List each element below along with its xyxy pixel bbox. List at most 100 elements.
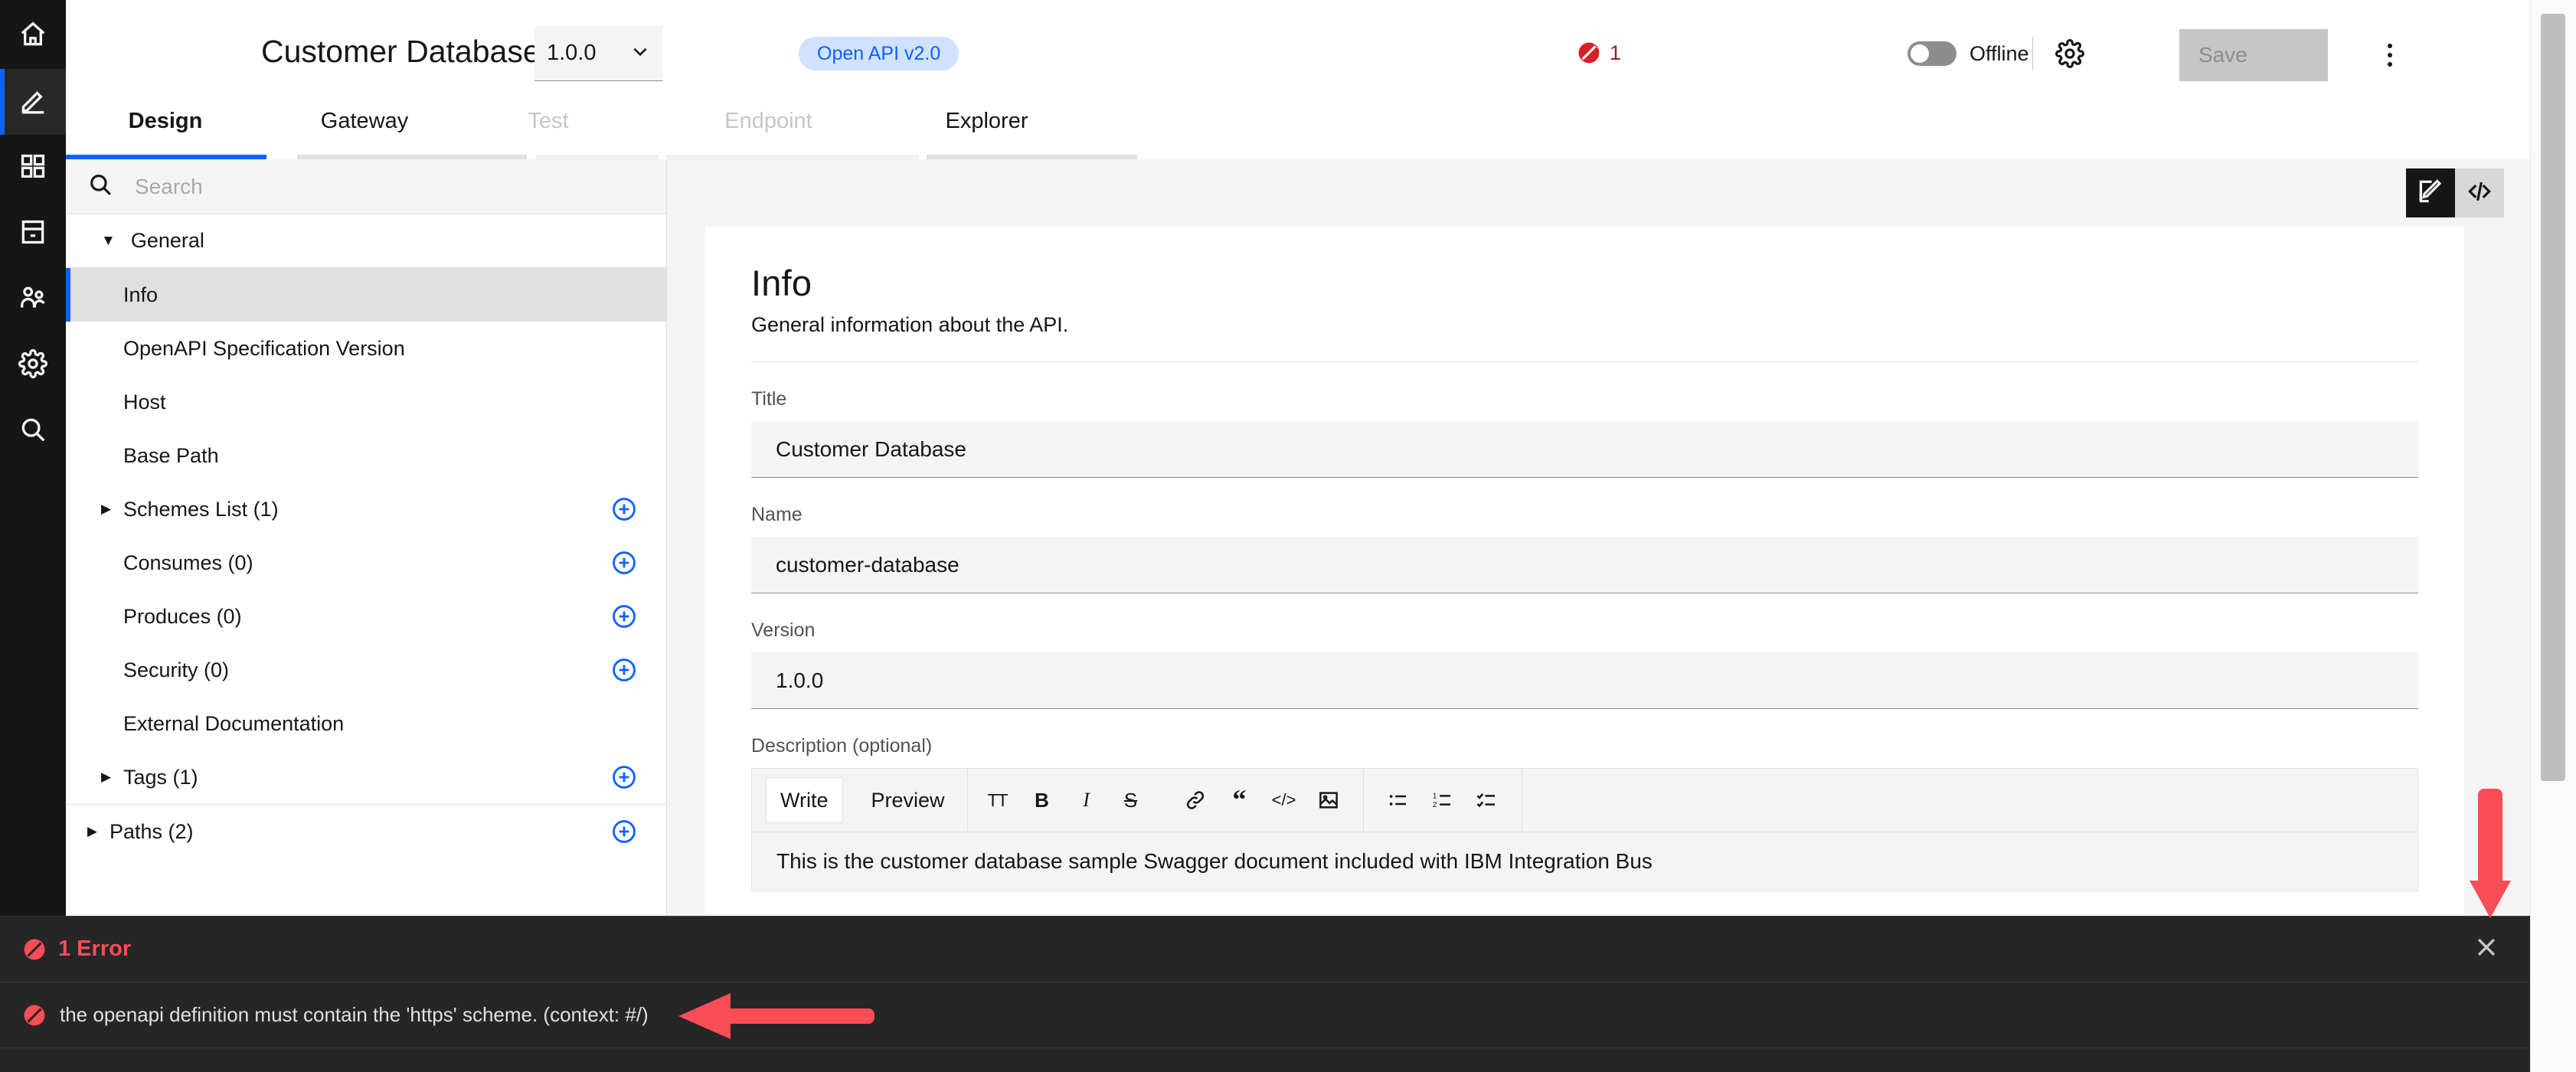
title-input[interactable] bbox=[751, 421, 2418, 478]
error-blocked-icon bbox=[24, 1005, 45, 1025]
scrollbar-thumb[interactable] bbox=[2541, 14, 2565, 781]
sidebar-group-label: General bbox=[130, 229, 204, 252]
sidebar-item-info[interactable]: Info bbox=[66, 268, 666, 322]
tab-design[interactable]: Design bbox=[108, 107, 223, 158]
rail-item-home[interactable] bbox=[0, 3, 66, 69]
quote-icon[interactable]: “ bbox=[1218, 778, 1262, 822]
heading-tt-icon[interactable]: TT bbox=[976, 778, 1020, 822]
view-mode-toolbar bbox=[667, 159, 2530, 227]
markdown-tab-write[interactable]: Write bbox=[766, 777, 843, 823]
design-pencil-icon bbox=[18, 86, 47, 119]
tab-explorer[interactable]: Explorer bbox=[916, 107, 1058, 158]
version-input[interactable] bbox=[751, 652, 2418, 709]
sidebar-item-label: Tags (1) bbox=[123, 765, 198, 789]
annotation-arrow-left bbox=[678, 993, 874, 1039]
sidebar-item-security[interactable]: Security (0) bbox=[66, 643, 666, 697]
bold-icon[interactable]: B bbox=[1020, 778, 1064, 822]
markdown-toolbar: Write Preview TT B I S “ </> 1 2 bbox=[752, 769, 2417, 832]
sidebar-item-label: OpenAPI Specification Version bbox=[123, 336, 405, 360]
page-scrollbar[interactable] bbox=[2530, 0, 2576, 1072]
catalog-icon bbox=[18, 217, 47, 250]
svg-text:1: 1 bbox=[1432, 792, 1437, 800]
connection-toggle[interactable] bbox=[1907, 41, 1957, 66]
sidebar-item-label: Info bbox=[123, 283, 159, 306]
sidebar-item-label: Produces (0) bbox=[123, 604, 242, 628]
tab-label: Endpoint bbox=[724, 109, 812, 133]
sidebar-item-produces[interactable]: Produces (0) bbox=[66, 590, 666, 643]
image-icon[interactable] bbox=[1306, 778, 1351, 822]
close-console-button[interactable] bbox=[2469, 932, 2504, 967]
numbered-list-icon[interactable]: 12 bbox=[1420, 778, 1465, 822]
field-label: Version bbox=[751, 619, 816, 641]
add-security-button[interactable] bbox=[611, 657, 637, 683]
svg-text:2: 2 bbox=[1432, 801, 1437, 809]
rail-item-members[interactable] bbox=[0, 266, 66, 332]
name-input[interactable] bbox=[751, 537, 2418, 593]
strikethrough-icon[interactable]: S bbox=[1109, 778, 1153, 822]
sidebar-item-consumes[interactable]: Consumes (0) bbox=[66, 536, 666, 590]
field-label: Description (optional) bbox=[751, 735, 933, 757]
add-tag-button[interactable] bbox=[611, 764, 637, 790]
field-name: Name bbox=[751, 504, 2418, 593]
code-icon[interactable]: </> bbox=[1262, 778, 1306, 822]
section-title: Info bbox=[751, 263, 812, 303]
sidebar-item-paths[interactable]: ▶ Paths (2) bbox=[66, 805, 666, 858]
tab-gateway[interactable]: Gateway bbox=[299, 107, 430, 158]
add-produces-button[interactable] bbox=[611, 603, 637, 629]
sidebar-group-general[interactable]: ▼ General bbox=[66, 214, 666, 268]
save-button[interactable]: Save bbox=[2179, 29, 2328, 81]
rail-item-catalog[interactable] bbox=[0, 201, 66, 266]
link-icon[interactable] bbox=[1173, 778, 1218, 822]
italic-icon[interactable]: I bbox=[1064, 778, 1109, 822]
caret-right-icon: ▶ bbox=[101, 770, 112, 784]
rail-item-settings[interactable] bbox=[0, 332, 66, 398]
field-version: Version bbox=[751, 619, 2418, 709]
field-description: Description (optional) Write Preview TT … bbox=[751, 735, 2418, 891]
main-tabs: Design Gateway Test Endpoint Explorer bbox=[66, 107, 1276, 158]
tab-test[interactable]: Test bbox=[506, 107, 590, 158]
search-input[interactable] bbox=[135, 174, 610, 199]
chevron-down-icon bbox=[630, 41, 650, 65]
error-count-indicator[interactable]: 1 bbox=[1576, 40, 1621, 66]
form-view-button[interactable] bbox=[2406, 168, 2455, 217]
add-consumes-button[interactable] bbox=[611, 550, 637, 576]
task-list-icon[interactable] bbox=[1465, 778, 1509, 822]
section-rule bbox=[751, 361, 2418, 362]
markdown-editor: Write Preview TT B I S “ </> 1 2 This is… bbox=[751, 768, 2418, 891]
tab-endpoint[interactable]: Endpoint bbox=[698, 107, 839, 158]
source-view-button[interactable] bbox=[2455, 168, 2504, 217]
rail-item-apps[interactable] bbox=[0, 135, 66, 201]
settings-gear-icon bbox=[18, 348, 47, 382]
sidebar-item-label: Host bbox=[123, 390, 166, 413]
sidebar-item-label: Consumes (0) bbox=[123, 551, 253, 574]
sidebar-item-label: Schemes List (1) bbox=[123, 497, 279, 521]
rail-item-search[interactable] bbox=[0, 398, 66, 464]
markdown-tab-preview[interactable]: Preview bbox=[857, 777, 959, 823]
sidebar-item-base-path[interactable]: Base Path bbox=[66, 429, 666, 482]
header-settings-button[interactable] bbox=[2053, 38, 2087, 72]
sidebar-item-schemes-list[interactable]: ▶ Schemes List (1) bbox=[66, 482, 666, 536]
description-textarea[interactable]: This is the customer database sample Swa… bbox=[752, 832, 2417, 891]
version-select[interactable]: 1.0.0 bbox=[534, 26, 662, 81]
bulleted-list-icon[interactable] bbox=[1376, 778, 1420, 822]
caret-down-icon: ▼ bbox=[101, 232, 116, 249]
sidebar-item-external-documentation[interactable]: External Documentation bbox=[66, 697, 666, 750]
rail-item-design[interactable] bbox=[0, 69, 66, 135]
field-title: Title bbox=[751, 388, 2418, 478]
connection-toggle-group[interactable]: Offline bbox=[1907, 41, 2029, 66]
app-header: Customer Database 1.0.0 Open API v2.0 1 … bbox=[66, 0, 2576, 107]
section-subtitle: General information about the API. bbox=[751, 313, 1069, 336]
add-scheme-button[interactable] bbox=[611, 496, 637, 522]
sidebar-item-tags[interactable]: ▶ Tags (1) bbox=[66, 750, 666, 804]
toolbar-divider bbox=[966, 769, 968, 832]
error-row[interactable]: the openapi definition must contain the … bbox=[0, 982, 2530, 1048]
error-console-header: 1 Error bbox=[0, 917, 2530, 982]
sidebar-item-openapi-specification-version[interactable]: OpenAPI Specification Version bbox=[66, 322, 666, 375]
add-path-button[interactable] bbox=[611, 819, 637, 845]
app-window: Customer Database 1.0.0 Open API v2.0 1 … bbox=[0, 0, 2576, 1072]
error-blocked-icon bbox=[1578, 42, 1600, 64]
connection-status-label: Offline bbox=[1970, 41, 2029, 65]
sidebar-item-host[interactable]: Host bbox=[66, 375, 666, 429]
sidebar-search-row[interactable] bbox=[66, 159, 666, 214]
overflow-menu-button[interactable] bbox=[2373, 38, 2407, 72]
